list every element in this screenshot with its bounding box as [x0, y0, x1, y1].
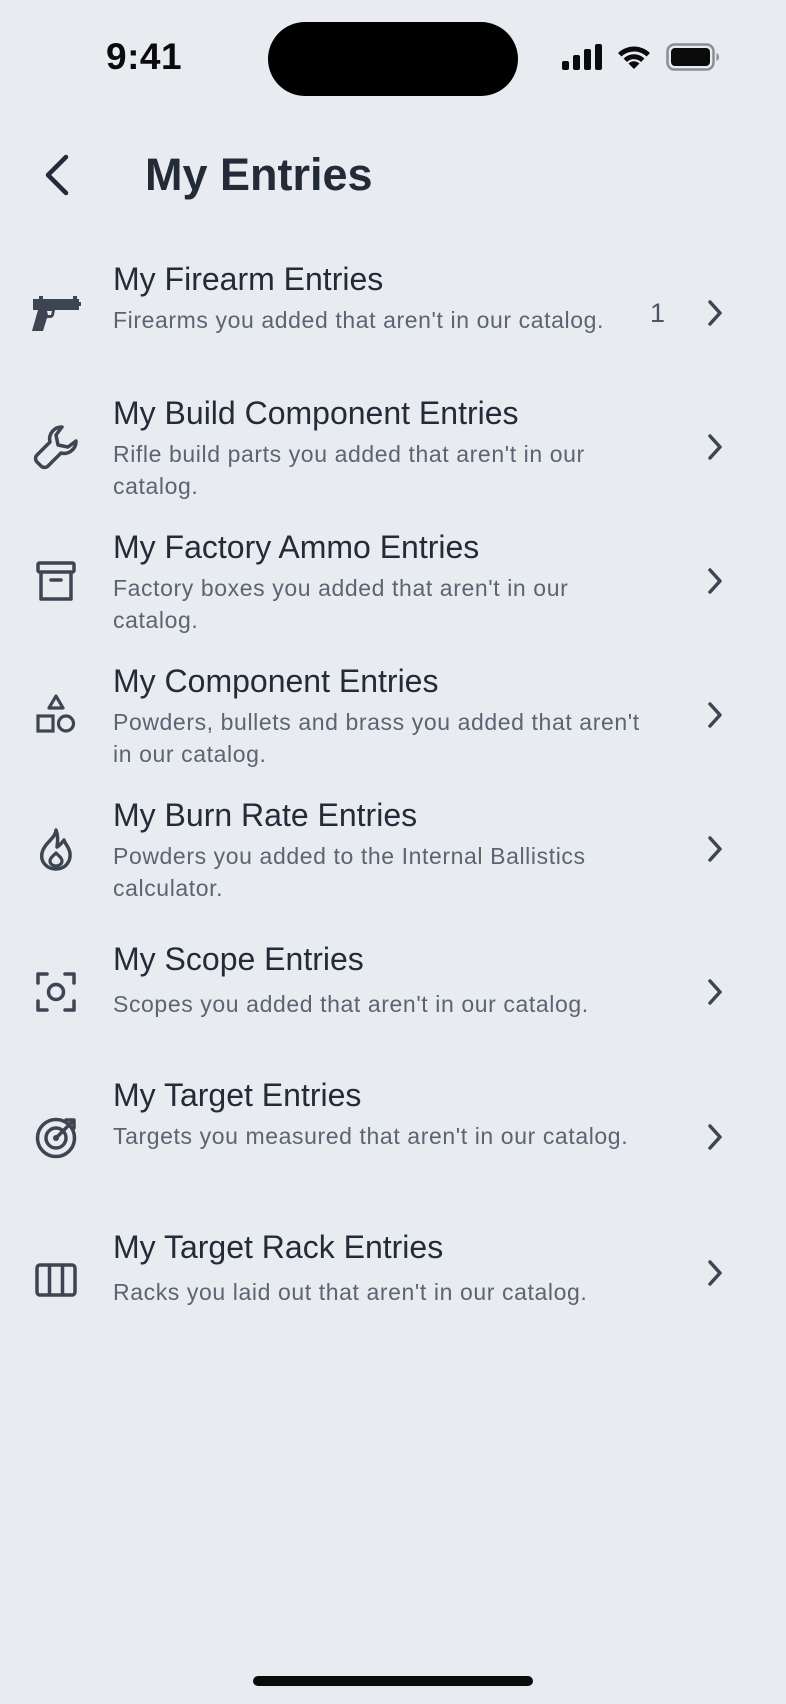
- status-time: 9:41: [106, 36, 183, 77]
- chevron-right-icon: [700, 298, 730, 328]
- chevron-right-icon: [700, 1122, 730, 1152]
- list-item-subtitle: Racks you laid out that aren't in our ca…: [113, 1279, 588, 1305]
- list-item-scope-entries[interactable]: My Scope Entries Scopes you added that a…: [0, 940, 786, 1050]
- pistol-icon: [28, 285, 84, 341]
- flame-icon: [28, 821, 84, 877]
- list-item-component-entries[interactable]: My Component Entries Powders, bullets an…: [0, 652, 786, 772]
- target-icon: [28, 1110, 84, 1166]
- status-bar: 9:41: [0, 0, 786, 116]
- list-item-title: My Burn Rate Entries: [113, 797, 418, 833]
- cellular-signal-icon: [562, 44, 602, 70]
- chevron-right-icon: [700, 977, 730, 1007]
- list-item-text: My Factory Ammo Entries Factory boxes yo…: [113, 528, 658, 636]
- wrench-icon: [28, 419, 84, 475]
- list-item-target-entries[interactable]: My Target Entries Targets you measured t…: [0, 1076, 786, 1196]
- chevron-right-icon: [700, 432, 730, 462]
- header: My Entries: [0, 140, 786, 210]
- list-item-firearm-entries[interactable]: My Firearm Entries Firearms you added th…: [0, 250, 786, 370]
- battery-icon: [666, 43, 719, 71]
- chevron-right-icon: [700, 834, 730, 864]
- list-item-subtitle: Rifle build parts you added that aren't …: [113, 441, 585, 499]
- list-item-text: My Firearm Entries Firearms you added th…: [113, 260, 658, 336]
- list-item-subtitle: Powders, bullets and brass you added tha…: [113, 709, 640, 767]
- status-icons: [562, 42, 720, 72]
- screen: 9:41 My Entries My Firearm Entries Firea…: [0, 0, 786, 1704]
- page-title: My Entries: [145, 149, 373, 200]
- list-item-title: My Component Entries: [113, 663, 439, 699]
- home-indicator[interactable]: [253, 1676, 533, 1686]
- chevron-right-icon: [700, 1258, 730, 1288]
- back-button[interactable]: [30, 148, 84, 202]
- list-item-title: My Target Rack Entries: [113, 1229, 444, 1265]
- chevron-left-icon: [45, 154, 69, 196]
- list-item-text: My Scope Entries Scopes you added that a…: [113, 940, 658, 1020]
- entry-count-badge: 1: [650, 298, 666, 328]
- list-item-subtitle: Scopes you added that aren't in our cata…: [113, 991, 589, 1017]
- rack-columns-icon: [28, 1252, 84, 1308]
- dynamic-island: [268, 22, 518, 96]
- list-item-target-rack-entries[interactable]: My Target Rack Entries Racks you laid ou…: [0, 1228, 786, 1338]
- list-item-title: My Build Component Entries: [113, 395, 519, 431]
- list-item-text: My Target Rack Entries Racks you laid ou…: [113, 1228, 658, 1308]
- list-item-subtitle: Powders you added to the Internal Ballis…: [113, 843, 586, 901]
- scope-focus-icon: [28, 964, 84, 1020]
- list-item-subtitle: Factory boxes you added that aren't in o…: [113, 575, 569, 633]
- list-item-subtitle: Targets you measured that aren't in our …: [113, 1123, 629, 1149]
- list-item-subtitle: Firearms you added that aren't in our ca…: [113, 307, 604, 333]
- list-item-title: My Target Entries: [113, 1077, 362, 1113]
- list-item-build-component-entries[interactable]: My Build Component Entries Rifle build p…: [0, 384, 786, 504]
- wifi-icon: [618, 46, 650, 69]
- list-item-factory-ammo-entries[interactable]: My Factory Ammo Entries Factory boxes yo…: [0, 518, 786, 638]
- list-item-title: My Factory Ammo Entries: [113, 529, 480, 565]
- shapes-icon: [28, 687, 84, 743]
- archive-box-icon: [28, 553, 84, 609]
- list-item-burn-rate-entries[interactable]: My Burn Rate Entries Powders you added t…: [0, 786, 786, 906]
- list-item-text: My Component Entries Powders, bullets an…: [113, 662, 658, 770]
- list-item-text: My Target Entries Targets you measured t…: [113, 1076, 658, 1152]
- list-item-text: My Burn Rate Entries Powders you added t…: [113, 796, 658, 904]
- chevron-right-icon: [700, 700, 730, 730]
- chevron-right-icon: [700, 566, 730, 596]
- list-item-text: My Build Component Entries Rifle build p…: [113, 394, 658, 502]
- list-item-title: My Firearm Entries: [113, 261, 384, 297]
- list-item-title: My Scope Entries: [113, 941, 364, 977]
